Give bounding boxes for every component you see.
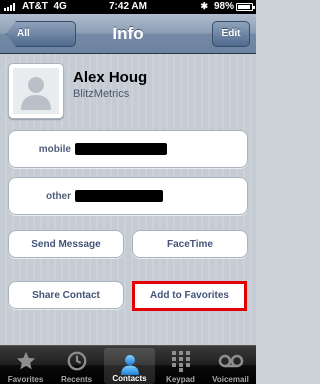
navigation-bar: All Contacts Info Edit bbox=[0, 14, 256, 54]
phone-label-other: other bbox=[46, 191, 71, 202]
clock-icon bbox=[67, 351, 86, 371]
person-silhouette-icon bbox=[13, 68, 59, 114]
person-icon bbox=[120, 355, 139, 375]
redacted-phone-number bbox=[75, 143, 167, 155]
share-contact-label: Share Contact bbox=[32, 290, 100, 301]
tab-voicemail[interactable]: Voicemail bbox=[205, 346, 256, 384]
phone-label-mobile: mobile bbox=[38, 144, 71, 155]
send-message-label: Send Message bbox=[31, 239, 101, 250]
tab-keypad[interactable]: Keypad bbox=[155, 346, 206, 384]
tab-label: Contacts bbox=[112, 374, 147, 383]
contact-name: Alex Houg bbox=[73, 69, 148, 86]
battery-icon bbox=[236, 3, 255, 11]
phone-row-mobile[interactable]: mobile bbox=[8, 130, 248, 168]
add-to-favorites-label: Add to Favorites bbox=[150, 290, 229, 301]
share-contact-button[interactable]: Share Contact bbox=[8, 281, 124, 309]
add-to-favorites-button[interactable]: Add to Favorites bbox=[132, 281, 247, 311]
battery-percent: 98% bbox=[213, 1, 234, 12]
bluetooth-icon: ✱ bbox=[200, 1, 208, 11]
contact-company: BlitzMetrics bbox=[73, 88, 130, 100]
tab-label: Recents bbox=[60, 375, 93, 384]
tab-bar: Favorites Recents Contacts Keypad Voicem… bbox=[0, 345, 256, 384]
facetime-label: FaceTime bbox=[167, 239, 213, 250]
tab-recents[interactable]: Recents bbox=[51, 346, 102, 384]
keypad-icon bbox=[171, 351, 190, 372]
tab-label: Voicemail bbox=[212, 375, 249, 384]
tab-label: Favorites bbox=[7, 375, 44, 384]
voicemail-icon bbox=[218, 354, 243, 368]
status-bar: AT&T 4G 7:42 AM ✱ 98% bbox=[0, 0, 256, 14]
redacted-phone-number bbox=[75, 190, 163, 202]
tab-label: Keypad bbox=[166, 375, 195, 384]
contact-photo-placeholder[interactable] bbox=[8, 63, 64, 119]
tab-contacts[interactable]: Contacts bbox=[104, 348, 155, 384]
edit-button[interactable]: Edit bbox=[212, 21, 250, 47]
star-icon bbox=[16, 351, 35, 370]
phone-row-other[interactable]: other bbox=[8, 177, 248, 215]
send-message-button[interactable]: Send Message bbox=[8, 230, 124, 258]
tab-favorites[interactable]: Favorites bbox=[0, 346, 51, 384]
facetime-button[interactable]: FaceTime bbox=[132, 230, 248, 258]
